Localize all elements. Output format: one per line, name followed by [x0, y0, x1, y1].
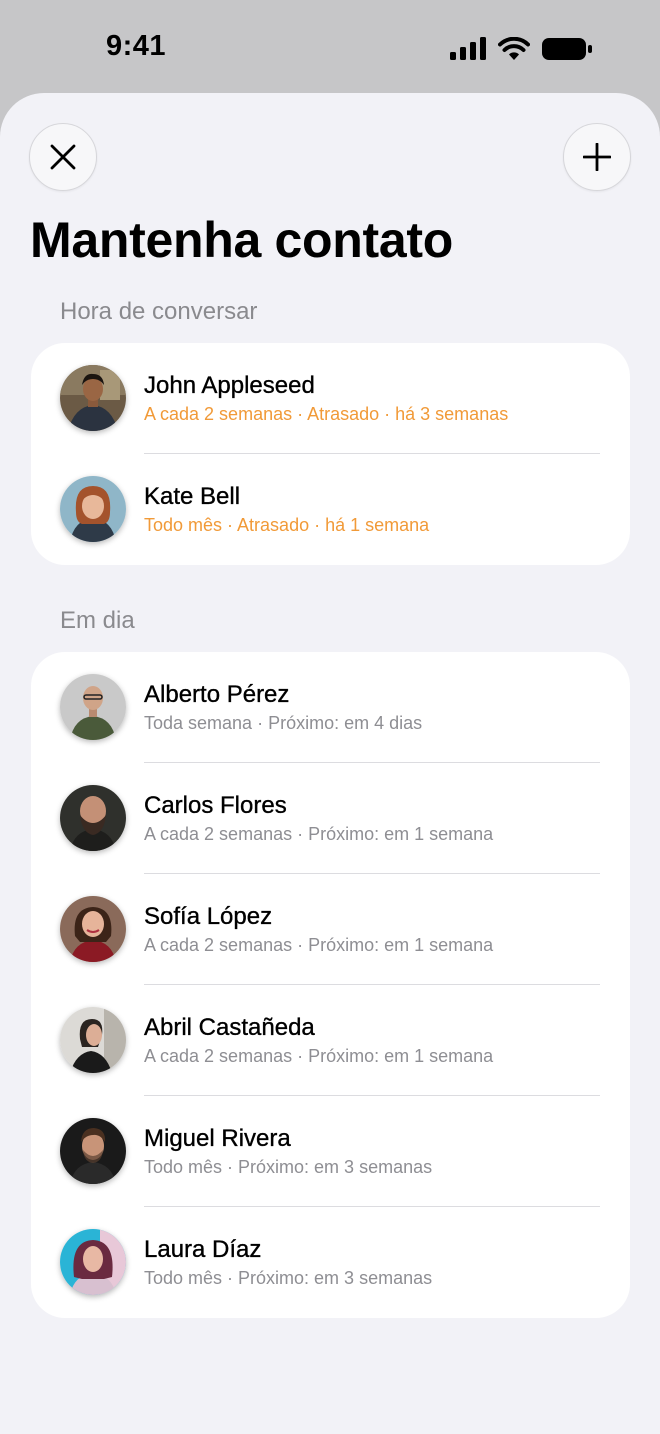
contact-detail: Toda semana · Próximo: em 4 dias	[144, 713, 423, 733]
contact-detail: A cada 2 semanas · Atrasado · há 3 seman…	[144, 404, 509, 424]
close-button[interactable]	[29, 123, 97, 191]
contact-row[interactable]: John Appleseed A cada 2 semanas · Atrasa…	[31, 343, 630, 454]
avatar	[60, 1007, 126, 1073]
contact-row[interactable]: Miguel Rivera Todo mês · Próximo: em 3 s…	[31, 1096, 630, 1207]
status-time: 9:41	[106, 30, 167, 62]
avatar	[60, 1229, 126, 1295]
contact-name: Laura Díaz	[144, 1236, 262, 1263]
contact-name: Sofía López	[144, 903, 273, 930]
contact-row[interactable]: Abril Castañeda A cada 2 semanas · Próxi…	[31, 985, 630, 1096]
contact-name: Abril Castañeda	[144, 1014, 315, 1041]
status-icons	[450, 36, 592, 62]
add-contact-button[interactable]	[563, 123, 631, 191]
plus-icon	[583, 143, 611, 171]
avatar	[60, 896, 126, 962]
contact-name: Miguel Rivera	[144, 1125, 291, 1152]
contact-row[interactable]: Alberto Pérez Toda semana · Próximo: em …	[31, 652, 630, 763]
contact-detail: A cada 2 semanas · Próximo: em 1 semana	[144, 935, 494, 955]
status-bar: 9:41	[0, 0, 660, 96]
close-icon	[50, 144, 76, 170]
contact-name: Carlos Flores	[144, 792, 287, 819]
contact-detail: Todo mês · Próximo: em 3 semanas	[144, 1268, 433, 1288]
avatar	[60, 365, 126, 431]
avatar	[60, 785, 126, 851]
battery-icon	[542, 38, 592, 60]
overdue-contacts-card: John Appleseed A cada 2 semanas · Atrasa…	[31, 343, 630, 565]
contact-name: Alberto Pérez	[144, 681, 290, 708]
avatar	[60, 1118, 126, 1184]
contact-detail: Todo mês · Atrasado · há 1 semana	[144, 515, 430, 535]
contact-row[interactable]: Kate Bell Todo mês · Atrasado · há 1 sem…	[31, 454, 630, 565]
contact-row[interactable]: Sofía López A cada 2 semanas · Próximo: …	[31, 874, 630, 985]
section-header-overdue: Hora de conversar	[60, 298, 258, 325]
on-track-contacts-card: Alberto Pérez Toda semana · Próximo: em …	[31, 652, 630, 1318]
section-header-on-track: Em dia	[60, 607, 135, 634]
keep-in-touch-sheet: Mantenha contato Hora de conversar John …	[0, 93, 660, 1434]
contact-detail: A cada 2 semanas · Próximo: em 1 semana	[144, 824, 494, 844]
contact-row[interactable]: Laura Díaz Todo mês · Próximo: em 3 sema…	[31, 1207, 630, 1318]
contact-name: John Appleseed	[144, 372, 315, 399]
wifi-icon	[498, 37, 530, 60]
contact-detail: A cada 2 semanas · Próximo: em 1 semana	[144, 1046, 494, 1066]
avatar	[60, 674, 126, 740]
avatar	[60, 476, 126, 542]
contact-row[interactable]: Carlos Flores A cada 2 semanas · Próximo…	[31, 763, 630, 874]
page-title: Mantenha contato	[30, 212, 453, 268]
contact-name: Kate Bell	[144, 483, 241, 510]
cellular-signal-icon	[450, 37, 486, 60]
contact-detail: Todo mês · Próximo: em 3 semanas	[144, 1157, 433, 1177]
